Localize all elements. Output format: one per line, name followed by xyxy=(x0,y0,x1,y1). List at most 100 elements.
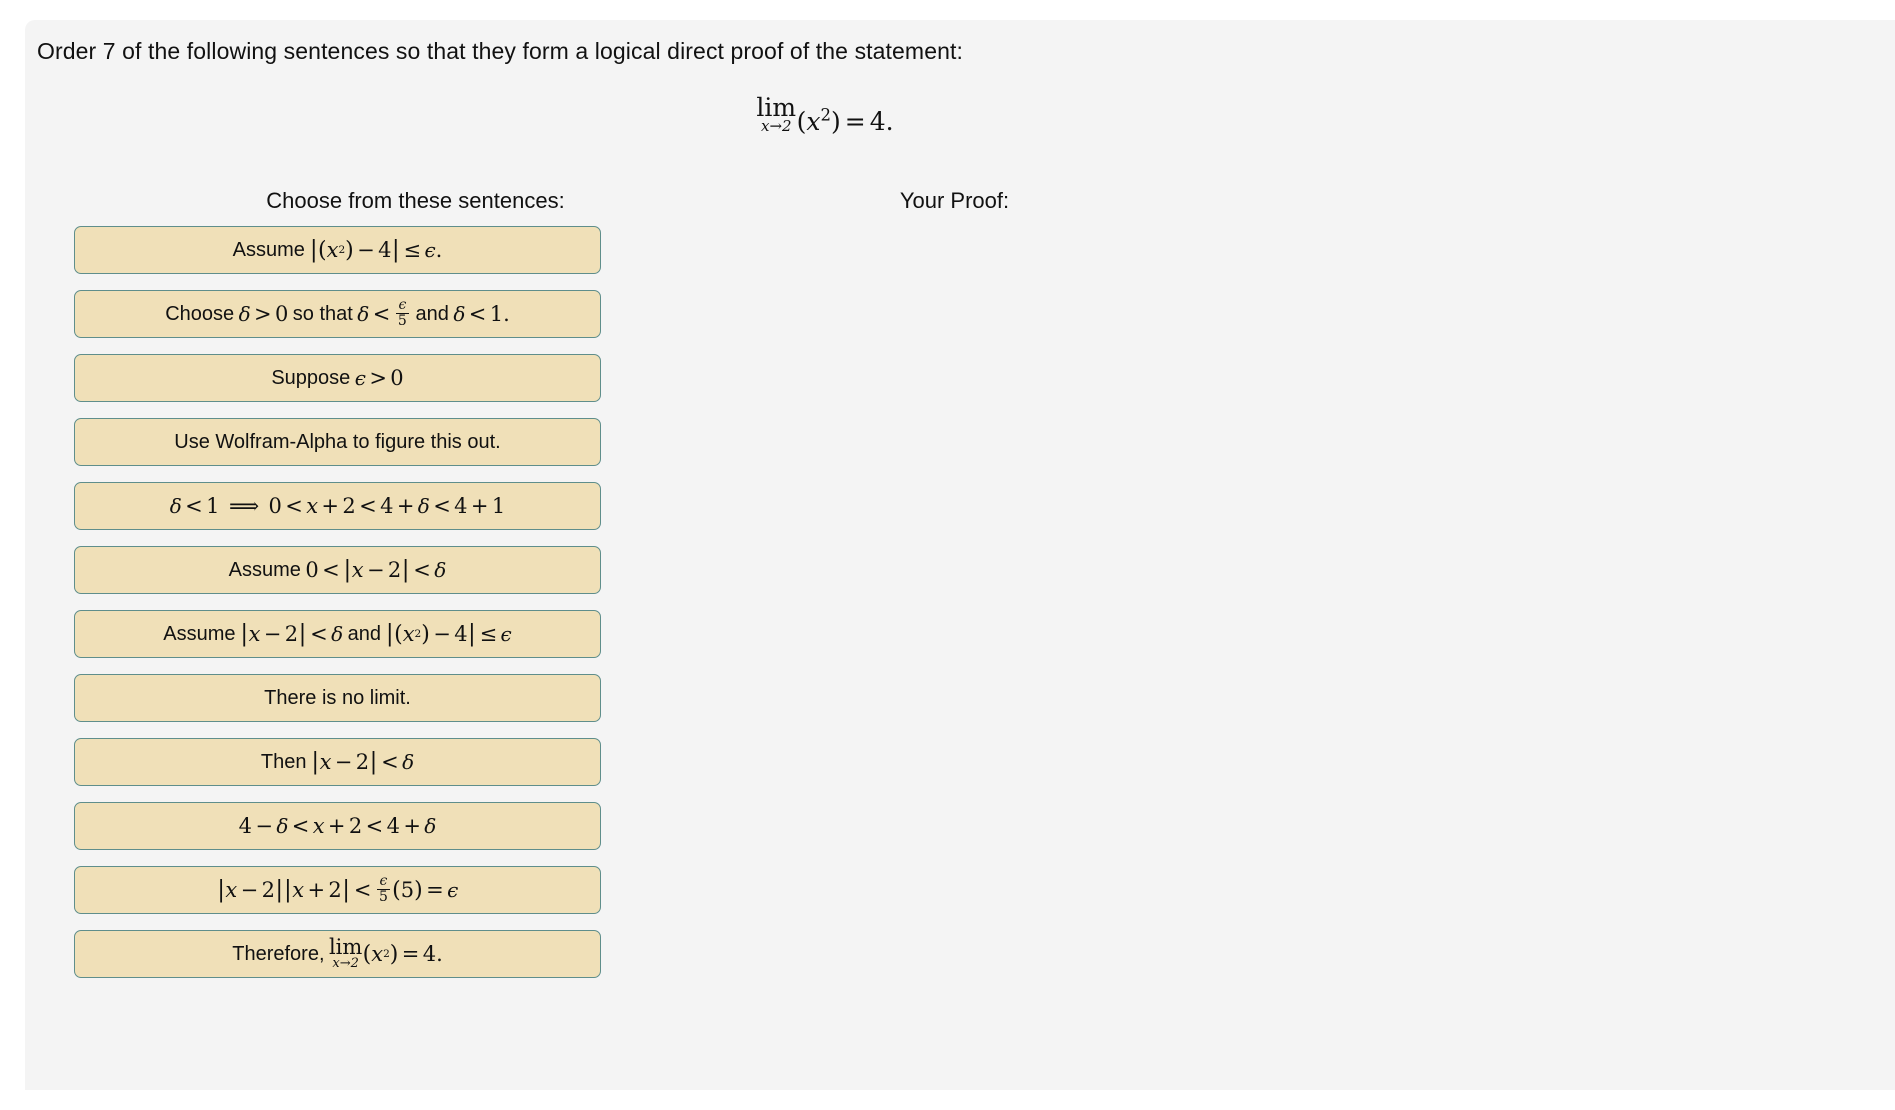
sentence-tile[interactable]: Suppose ϵ >0 xyxy=(74,354,601,402)
exponent-two: 2 xyxy=(820,105,832,125)
symbol-delta: δ xyxy=(357,302,370,326)
variable-x: x xyxy=(319,750,332,774)
less-sign: < xyxy=(353,878,372,902)
symbol-epsilon: ϵ xyxy=(354,366,366,390)
abs-bar-close: | xyxy=(369,749,378,775)
abs-bar-close: | xyxy=(342,877,350,903)
plus-sign: + xyxy=(403,814,421,838)
variable-x: x xyxy=(402,622,415,646)
tile-word-assume: Assume xyxy=(228,558,301,581)
symbol-delta: δ xyxy=(424,814,437,838)
plus-sign: + xyxy=(307,878,326,902)
number-one: 1 xyxy=(489,302,504,326)
number-zero: 0 xyxy=(390,366,404,390)
tile-word-and: and xyxy=(415,302,449,325)
limit-operator: lim x→2 xyxy=(328,935,363,972)
symbol-delta: δ xyxy=(276,814,289,838)
plus-sign: + xyxy=(321,494,340,518)
less-sign: < xyxy=(413,558,431,582)
open-paren: ( xyxy=(796,106,807,136)
open-paren: ( xyxy=(362,941,372,967)
sentence-bank-heading: Choose from these sentences: xyxy=(266,188,565,213)
less-sign: < xyxy=(381,750,399,774)
implies-arrow: ⟹ xyxy=(228,494,260,518)
less-equal-sign: ≤ xyxy=(403,238,422,262)
number-two: 2 xyxy=(284,622,299,646)
less-sign: < xyxy=(322,558,340,582)
close-paren: ) xyxy=(421,621,430,647)
open-paren: ( xyxy=(392,877,401,903)
sentence-tile[interactable]: Therefore, lim x→2(x 2) = 4. xyxy=(74,930,601,978)
less-sign: < xyxy=(433,494,451,518)
tile-word-choose: Choose xyxy=(165,302,235,325)
tile-text-wolfram: Use Wolfram-Alpha to figure this out. xyxy=(174,430,501,453)
sentence-tile[interactable]: Choose δ >0 so that δ < ϵ 5 and δ <1. xyxy=(74,290,601,338)
sentence-tile[interactable]: | x −2 | | x +2 | < ϵ 5(5) = ϵ xyxy=(74,866,601,914)
fraction-epsilon-over-five: ϵ5 xyxy=(395,298,409,330)
variable-x: x xyxy=(312,814,325,838)
open-paren: ( xyxy=(318,237,327,263)
number-four: 4 xyxy=(380,494,394,518)
symbol-delta: δ xyxy=(169,494,182,518)
greater-sign: > xyxy=(369,366,387,390)
plus-sign: + xyxy=(396,494,415,518)
tile-text-no-limit: There is no limit. xyxy=(264,686,411,709)
tile-word-suppose: Suppose xyxy=(271,366,351,389)
number-five: 5 xyxy=(400,878,415,902)
abs-bar-open: | xyxy=(240,621,249,647)
variable-x: x xyxy=(371,942,384,966)
greater-sign: > xyxy=(254,302,272,326)
variable-x: x xyxy=(306,494,319,518)
statement-value: 4. xyxy=(869,106,894,136)
less-sign: < xyxy=(185,494,203,518)
symbol-delta: δ xyxy=(238,302,251,326)
sentence-tile[interactable]: δ <1 ⟹ 0 < x +2 <4 + δ <4 +1 xyxy=(74,482,601,530)
plus-sign: + xyxy=(327,814,346,838)
tile-word-assume: Assume xyxy=(163,622,236,645)
close-paren: ) xyxy=(414,877,423,903)
page-title: Order 7 of the following sentences so th… xyxy=(37,38,963,64)
number-two: 2 xyxy=(387,558,402,582)
limit-operator: lim x→2 xyxy=(756,93,797,135)
your-proof-heading: Your Proof: xyxy=(899,188,1010,213)
fraction-epsilon-over-five: ϵ5 xyxy=(377,874,390,905)
sentence-tile[interactable]: 4− δ < x +2 <4 + δ xyxy=(74,802,601,850)
close-paren: ) xyxy=(389,941,399,967)
abs-bar-open: | xyxy=(217,877,225,903)
minus-sign: − xyxy=(240,878,259,902)
open-paren: ( xyxy=(394,621,403,647)
symbol-delta: δ xyxy=(417,494,430,518)
variable-x: x xyxy=(326,238,339,262)
sentence-tile[interactable]: Assume | x −2 | < δ and |(x 2) −4 | ≤ ϵ xyxy=(74,610,601,658)
fraction-numerator: ϵ xyxy=(379,873,388,890)
less-sign: < xyxy=(365,814,384,838)
tile-word-so-that: so that xyxy=(292,302,353,325)
abs-bar-close: | xyxy=(401,557,410,583)
number-four: 4 xyxy=(386,814,400,838)
abs-bar-open: | xyxy=(385,621,394,647)
statement-value: 4. xyxy=(422,942,443,966)
sentence-tile[interactable]: Use Wolfram-Alpha to figure this out. xyxy=(74,418,601,466)
fraction-denominator: 5 xyxy=(395,313,409,330)
abs-bar-close: | xyxy=(468,621,476,647)
minus-sign: − xyxy=(433,622,451,646)
abs-bar-open: | xyxy=(311,749,320,775)
your-proof-dropzone[interactable] xyxy=(613,226,1140,926)
equals-sign: = xyxy=(401,942,420,966)
symbol-epsilon: ϵ xyxy=(424,238,436,262)
sentence-tile[interactable]: Assume |(x 2) −4 | ≤ ϵ. xyxy=(74,226,601,274)
minus-sign: − xyxy=(357,238,375,262)
number-four: 4 xyxy=(454,622,468,646)
sentence-tile[interactable]: Then | x −2 | < δ xyxy=(74,738,601,786)
minus-sign: − xyxy=(334,750,353,774)
abs-bar-close: | xyxy=(275,877,284,903)
symbol-epsilon: ϵ xyxy=(500,622,512,646)
number-four: 4 xyxy=(378,238,392,262)
abs-bar-open: | xyxy=(343,557,352,583)
close-paren: ) xyxy=(831,106,841,136)
sentence-tile[interactable]: There is no limit. xyxy=(74,674,601,722)
symbol-epsilon: ϵ xyxy=(447,878,459,902)
less-sign: < xyxy=(291,814,310,838)
sentence-tile[interactable]: Assume 0 < | x −2 | < δ xyxy=(74,546,601,594)
symbol-delta: δ xyxy=(434,558,447,582)
